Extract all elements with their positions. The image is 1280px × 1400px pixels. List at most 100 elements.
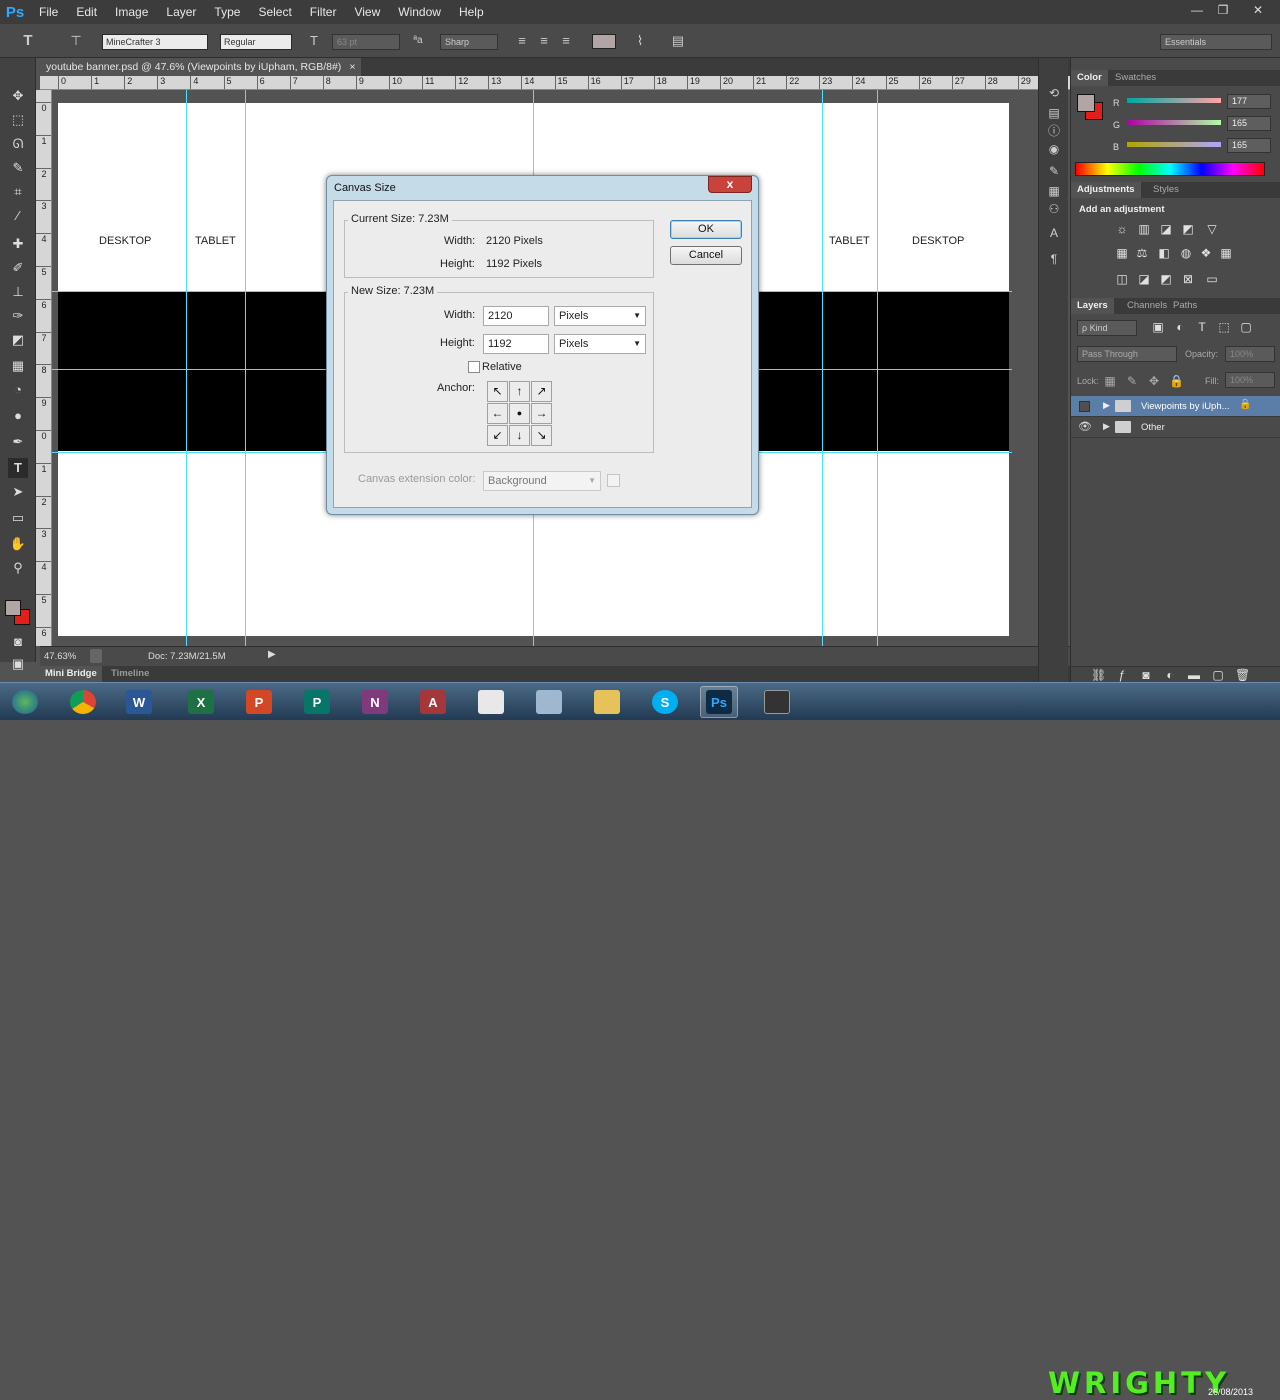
ok-button[interactable]: OK xyxy=(670,220,742,239)
threshold-icon[interactable]: ◩ xyxy=(1159,272,1173,286)
tab-paths[interactable]: Paths xyxy=(1167,298,1203,314)
history-panel-icon[interactable]: ⟲ xyxy=(1045,84,1063,102)
relative-checkbox[interactable] xyxy=(468,361,480,373)
status-menu-arrow-icon[interactable]: ▶ xyxy=(268,649,276,660)
brightness-contrast-icon[interactable]: ☼ xyxy=(1115,222,1129,236)
channel-mixer-icon[interactable]: ❖ xyxy=(1199,246,1213,260)
selective-color-icon[interactable]: ⊠ xyxy=(1181,272,1195,286)
taskbar-calculator[interactable] xyxy=(530,686,568,718)
eye-icon[interactable]: 👁 xyxy=(1078,420,1092,433)
restore-button[interactable]: ❐ xyxy=(1210,0,1236,20)
tab-adjustments[interactable]: Adjustments xyxy=(1071,182,1141,198)
link-layers-icon[interactable]: ⛓ xyxy=(1091,668,1106,682)
anchor-bottom-left[interactable]: ↙ xyxy=(487,425,508,446)
lasso-tool-icon[interactable]: ᘏ xyxy=(8,134,28,154)
brush-tool-icon[interactable]: ✐ xyxy=(8,258,28,278)
posterize-icon[interactable]: ◪ xyxy=(1137,272,1151,286)
filter-smart-object-icon[interactable]: ▢ xyxy=(1239,320,1253,334)
lock-transparent-icon[interactable]: ▦ xyxy=(1103,374,1117,388)
warp-text-icon[interactable]: ⌇ xyxy=(632,33,648,49)
tab-color[interactable]: Color xyxy=(1071,70,1108,86)
vibrance-icon[interactable]: ▽ xyxy=(1205,222,1219,236)
brush-panel-icon[interactable]: ✎ xyxy=(1045,162,1063,180)
taskbar-word[interactable]: W xyxy=(120,686,158,718)
vertical-ruler[interactable]: 0 1 2 3 4 5 6 7 8 9 0 1 2 3 4 5 6 xyxy=(36,90,52,646)
new-layer-icon[interactable]: ▢ xyxy=(1211,668,1225,682)
layer-row[interactable]: 👁 ▶ Other xyxy=(1071,417,1280,438)
guide-vertical[interactable] xyxy=(877,90,878,646)
taskbar-powerpoint[interactable]: P xyxy=(240,686,278,718)
minimize-button[interactable]: — xyxy=(1184,0,1210,20)
navigator-panel-icon[interactable]: ◉ xyxy=(1045,140,1063,158)
tab-mini-bridge[interactable]: Mini Bridge xyxy=(40,666,102,682)
color-balance-icon[interactable]: ⚖ xyxy=(1135,246,1149,260)
width-unit-select[interactable]: Pixels ▼ xyxy=(554,306,646,326)
zoom-level[interactable]: 47.63% xyxy=(44,651,76,662)
lock-all-icon[interactable]: 🔒 xyxy=(1169,374,1184,388)
path-select-tool-icon[interactable]: ➤ xyxy=(8,482,28,502)
menu-view[interactable]: View xyxy=(345,0,389,24)
tab-timeline[interactable]: Timeline xyxy=(106,666,154,682)
taskbar-photoshop[interactable]: Ps xyxy=(700,686,738,718)
blend-mode-select[interactable]: Pass Through xyxy=(1077,346,1177,362)
tab-swatches[interactable]: Swatches xyxy=(1109,70,1162,86)
color-foreground-swatch[interactable] xyxy=(1077,94,1095,112)
menu-image[interactable]: Image xyxy=(106,0,157,24)
menu-window[interactable]: Window xyxy=(389,0,450,24)
font-size-field[interactable]: 63 pt xyxy=(332,34,400,50)
foreground-color-swatch[interactable] xyxy=(5,600,21,616)
taskbar-project[interactable] xyxy=(472,686,510,718)
character-panel-icon[interactable]: A xyxy=(1045,224,1063,242)
height-input[interactable]: 1192 xyxy=(483,334,549,354)
eyedropper-tool-icon[interactable]: ⁄ xyxy=(8,206,28,226)
tab-styles[interactable]: Styles xyxy=(1147,182,1185,198)
height-unit-select[interactable]: Pixels ▼ xyxy=(554,334,646,354)
add-mask-icon[interactable]: ◙ xyxy=(1139,668,1153,682)
font-family-field[interactable]: MineCrafter 3 xyxy=(102,34,208,50)
anchor-top[interactable]: ↑ xyxy=(509,381,530,402)
layer-visibility-toggle[interactable] xyxy=(1079,401,1090,412)
close-window-button[interactable]: ✕ xyxy=(1236,0,1280,20)
anchor-bottom[interactable]: ↓ xyxy=(509,425,530,446)
tab-channels[interactable]: Channels xyxy=(1121,298,1173,314)
menu-filter[interactable]: Filter xyxy=(301,0,346,24)
menu-select[interactable]: Select xyxy=(249,0,300,24)
opacity-field[interactable]: 100% xyxy=(1225,346,1275,362)
healing-brush-tool-icon[interactable]: ✚ xyxy=(8,234,28,254)
taskbar-access[interactable]: A xyxy=(414,686,452,718)
hue-saturation-icon[interactable]: ▦ xyxy=(1115,246,1129,260)
anchor-right[interactable]: → xyxy=(531,403,552,424)
type-tool-icon[interactable]: T xyxy=(8,458,28,478)
canvas-extension-select[interactable]: Background ▼ xyxy=(483,471,601,491)
filter-pixel-icon[interactable]: ▣ xyxy=(1151,320,1165,334)
layer-name[interactable]: Other xyxy=(1141,422,1165,433)
filter-type-icon[interactable]: T xyxy=(1195,320,1209,334)
black-white-icon[interactable]: ◧ xyxy=(1157,246,1171,260)
new-group-icon[interactable]: ▬ xyxy=(1187,668,1201,682)
new-adjustment-icon[interactable]: ◐ xyxy=(1163,668,1177,682)
extension-color-swatch[interactable] xyxy=(607,474,620,487)
align-center-icon[interactable]: ≡ xyxy=(536,33,552,49)
r-slider[interactable] xyxy=(1127,98,1221,103)
quick-select-tool-icon[interactable]: ✎ xyxy=(8,158,28,178)
clone-source-panel-icon[interactable]: ⚇ xyxy=(1045,200,1063,218)
delete-layer-icon[interactable]: 🗑 xyxy=(1235,668,1250,682)
hand-tool-icon[interactable]: ✋ xyxy=(8,534,28,554)
menu-edit[interactable]: Edit xyxy=(67,0,106,24)
eraser-tool-icon[interactable]: ◩ xyxy=(8,330,28,350)
dialog-close-button[interactable]: x xyxy=(708,176,752,193)
toggle-orientation-icon[interactable]: ⊤ xyxy=(68,33,84,49)
filter-shape-icon[interactable]: ⬚ xyxy=(1217,320,1231,334)
font-style-field[interactable]: Regular xyxy=(220,34,292,50)
properties-panel-icon[interactable]: ▤ xyxy=(1045,104,1063,122)
lock-image-icon[interactable]: ✎ xyxy=(1125,374,1139,388)
r-value[interactable]: 177 xyxy=(1227,94,1271,109)
filter-adjustment-icon[interactable]: ◐ xyxy=(1173,320,1187,334)
start-button[interactable] xyxy=(6,686,44,718)
curves-icon[interactable]: ◪ xyxy=(1159,222,1173,236)
character-panel-icon[interactable]: ▤ xyxy=(670,33,686,49)
close-tab-icon[interactable]: × xyxy=(349,58,355,76)
gradient-map-icon[interactable]: ▭ xyxy=(1205,272,1219,286)
move-tool-icon[interactable]: ✥ xyxy=(8,86,28,106)
disclosure-triangle-icon[interactable]: ▶ xyxy=(1103,400,1110,411)
